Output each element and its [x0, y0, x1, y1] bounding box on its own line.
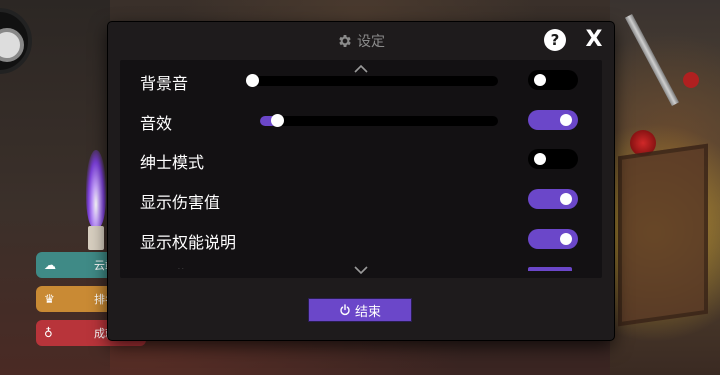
sfx-toggle[interactable] — [528, 110, 578, 130]
dialog-title-text: 设定 — [357, 34, 385, 50]
settings-dialog: 设定 ? X 背景音 音效 绅士模式 显示伤害值 显示权能说明 · · 结束 — [108, 22, 614, 340]
sfx-volume-slider[interactable] — [260, 114, 498, 127]
setting-label-ability-descriptions: 显示权能说明 — [140, 233, 237, 252]
settings-scroll-panel[interactable]: 背景音 音效 绅士模式 显示伤害值 显示权能说明 · · — [120, 60, 602, 278]
red-gem-decoration — [683, 72, 699, 88]
next-toggle-peek — [528, 267, 572, 271]
cloud-icon: ☁ — [44, 258, 56, 272]
setting-row-sfx: 音效 — [140, 107, 580, 133]
dialog-title: 设定 — [108, 30, 614, 52]
help-button[interactable]: ? — [544, 29, 566, 51]
power-icon — [340, 304, 350, 316]
ability-descriptions-toggle[interactable] — [528, 229, 578, 249]
setting-label-damage-numbers: 显示伤害值 — [140, 193, 221, 212]
setting-row-bgm: 背景音 — [140, 67, 580, 93]
sfx-slider-handle[interactable] — [270, 114, 284, 127]
gentleman-mode-toggle[interactable] — [528, 149, 578, 169]
setting-row-damage-numbers: 显示伤害值 — [140, 186, 580, 212]
damage-numbers-toggle-knob — [560, 193, 572, 205]
end-button[interactable]: 结束 — [308, 298, 412, 322]
gentleman-mode-toggle-knob — [534, 153, 546, 165]
setting-row-ability-descriptions: 显示权能说明 — [140, 226, 580, 252]
close-button[interactable]: X — [582, 26, 606, 52]
bgm-toggle[interactable] — [528, 70, 578, 90]
end-button-label: 结束 — [354, 304, 381, 320]
chevron-down-icon[interactable] — [354, 266, 368, 274]
ability-descriptions-toggle-knob — [560, 233, 572, 245]
bgm-toggle-knob — [534, 74, 546, 86]
damage-numbers-toggle[interactable] — [528, 189, 578, 209]
setting-label-bgm: 背景音 — [140, 74, 189, 93]
bgm-slider-handle[interactable] — [246, 74, 259, 87]
gear-icon — [339, 35, 351, 47]
setting-label-gentleman-mode: 绅士模式 — [140, 153, 205, 172]
setting-label-sfx: 音效 — [140, 114, 173, 133]
bgm-volume-slider[interactable] — [246, 74, 498, 87]
medal-icon: ♁ — [44, 326, 53, 340]
setting-row-gentleman-mode: 绅士模式 — [140, 146, 580, 172]
treasure-chest-decoration — [618, 143, 708, 327]
next-row-peek: · · — [178, 266, 184, 273]
candle-flame-icon — [86, 150, 106, 228]
candle-icon — [88, 226, 104, 250]
crown-icon: ♛ — [44, 292, 55, 306]
sfx-toggle-knob — [560, 114, 572, 126]
